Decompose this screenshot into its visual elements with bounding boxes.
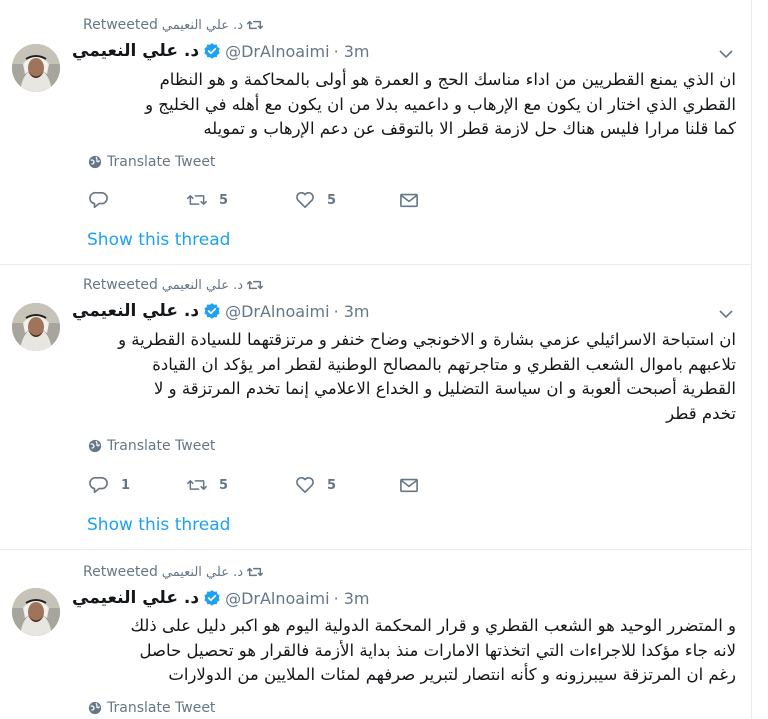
tweet-text-line: ان استباحة الاسرائيلي عزمي بشارة و الاخو… [118, 330, 736, 349]
like-button[interactable]: 5 [295, 191, 336, 209]
translate-tweet-link[interactable]: Translate Tweet [88, 154, 215, 170]
retweet-context: Retweeted د. علي النعيمي [0, 16, 263, 34]
translate-tweet-link[interactable]: Translate Tweet [88, 700, 215, 716]
heart-icon [296, 477, 314, 494]
show-thread-link[interactable]: Show this thread [87, 230, 230, 250]
like-count: 5 [327, 477, 337, 493]
tweet-time[interactable]: · 3m [334, 42, 370, 61]
avatar[interactable] [12, 44, 60, 92]
tweet-text-line: رغم ان المرتزقة سيبرزونه و كأنه انتصار ل… [168, 665, 736, 684]
reply-count: 1 [121, 477, 131, 493]
reply-button[interactable] [89, 191, 109, 209]
envelope-icon [400, 193, 418, 208]
tweet-text-line: تخدم قطر [666, 403, 736, 423]
author-handle[interactable]: @DrAlnoaimi [225, 589, 330, 608]
retweet-count: 5 [219, 192, 229, 208]
translate-tweet-link[interactable]: Translate Tweet [88, 438, 215, 454]
tweet[interactable]: Retweeted د. علي النعيمي د. علي النعيمي … [0, 550, 751, 719]
globe-icon [88, 155, 102, 169]
retweet-icon [247, 280, 263, 290]
tweet-header: د. علي النعيمي @DrAlnoaimi · 3m [72, 300, 372, 322]
retweet-count: 5 [219, 477, 229, 493]
retweet-context: Retweeted د. علي النعيمي [0, 276, 263, 294]
avatar[interactable] [12, 303, 60, 351]
retweet-icon [187, 480, 207, 490]
retweeter-name[interactable]: د. علي النعيمي [162, 278, 243, 293]
tweet[interactable]: Retweeted د. علي النعيمي د. علي النعيمي … [0, 0, 751, 265]
avatar[interactable] [12, 588, 60, 636]
translate-label[interactable]: Translate Tweet [107, 700, 215, 716]
tweet-time[interactable]: · 3m [334, 589, 370, 608]
author-handle[interactable]: @DrAlnoaimi [225, 302, 330, 321]
globe-icon [88, 439, 102, 453]
author-name[interactable]: د. علي النعيمي [72, 301, 199, 321]
retweet-context: Retweeted د. علي النعيمي [0, 563, 263, 581]
chevron-down-icon[interactable] [719, 49, 733, 59]
retweeter-name[interactable]: د. علي النعيمي [162, 18, 243, 33]
chevron-down-icon[interactable] [719, 309, 733, 319]
tweet[interactable]: Retweeted د. علي النعيمي د. علي النعيمي … [0, 265, 751, 550]
verified-badge-icon [204, 590, 220, 606]
retweet-label: Retweeted [83, 277, 158, 293]
author-name[interactable]: د. علي النعيمي [72, 41, 199, 61]
tweet-header: د. علي النعيمي @DrAlnoaimi · 3m [72, 40, 372, 62]
translate-label[interactable]: Translate Tweet [107, 154, 215, 170]
like-button[interactable]: 5 [295, 476, 336, 494]
reply-icon [89, 476, 108, 494]
tweet-text-line: تلاعبهم باموال الشعب القطري و متاجرتهم ب… [152, 354, 736, 374]
tweet-text: ان الذي يمنع القطريين من اداء مناسك الحج… [72, 68, 736, 142]
retweet-label: Retweeted [83, 17, 158, 33]
retweet-icon [247, 567, 263, 577]
like-count: 5 [327, 192, 337, 208]
retweet-icon [247, 20, 263, 30]
tweet-text-line: ان الذي يمنع القطريين من اداء مناسك الحج… [159, 70, 736, 89]
tweet-header: د. علي النعيمي @DrAlnoaimi · 3m [72, 587, 372, 609]
retweet-button[interactable]: 5 [187, 191, 228, 209]
author-name[interactable]: د. علي النعيمي [72, 588, 199, 608]
retweet-label: Retweeted [83, 564, 158, 580]
tweet-text-line: القطرية أصبحت ألعوبة و ان سياسة التضليل … [154, 379, 736, 398]
tweet-text-line: و المتضرر الوحيد هو الشعب القطري و قرار … [130, 616, 736, 635]
page-gutter [752, 0, 768, 719]
reply-button[interactable]: 1 [89, 476, 130, 494]
reply-icon [89, 191, 108, 209]
envelope-icon [400, 478, 418, 493]
retweet-icon [187, 195, 207, 205]
tweet-text-line: كما قلنا مرارا فليس هناك حل لازمة قطر ال… [203, 119, 736, 138]
tweet-text: ان استباحة الاسرائيلي عزمي بشارة و الاخو… [72, 328, 736, 426]
tweet-text-line: لانه جاء مؤكدا للاجراءات التي اتخذتها ال… [139, 640, 736, 660]
verified-badge-icon [204, 303, 220, 319]
author-handle[interactable]: @DrAlnoaimi [225, 42, 330, 61]
globe-icon [88, 701, 102, 715]
tweet-text-line: القطري الذي اختار ان يكون مع الإرهاب و د… [145, 94, 736, 114]
translate-label[interactable]: Translate Tweet [107, 438, 215, 454]
timeline: Retweeted د. علي النعيمي د. علي النعيمي … [0, 0, 752, 719]
tweet-time[interactable]: · 3m [334, 302, 370, 321]
direct-message-button[interactable] [399, 476, 419, 494]
tweet-actions: 1 5 5 [89, 476, 429, 498]
direct-message-button[interactable] [399, 191, 419, 209]
tweet-text: و المتضرر الوحيد هو الشعب القطري و قرار … [72, 614, 736, 688]
show-thread-link[interactable]: Show this thread [87, 515, 230, 535]
retweet-button[interactable]: 5 [187, 476, 228, 494]
tweet-actions: 5 5 [89, 191, 429, 213]
heart-icon [296, 192, 314, 209]
verified-badge-icon [204, 43, 220, 59]
retweeter-name[interactable]: د. علي النعيمي [162, 565, 243, 580]
